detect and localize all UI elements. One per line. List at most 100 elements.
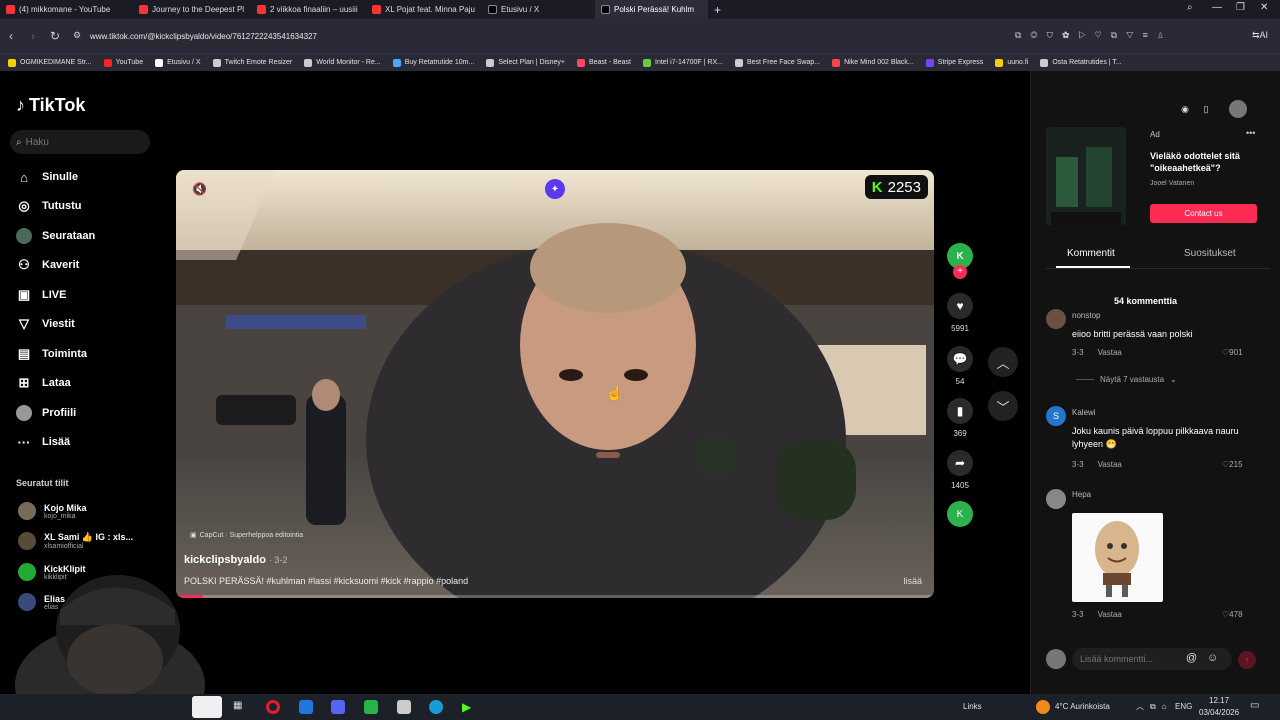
nav-item-sinulle[interactable]: ⌂ Sinulle [16, 169, 78, 185]
capcut-tag[interactable]: ▣ CapCut · Superhelppoa editointia [190, 531, 303, 540]
url-field[interactable]: www.tiktok.com/@kickclipsbyaldo/video/76… [90, 27, 1000, 45]
view-replies-button[interactable]: Näytä 7 vastausta ⌄ [1076, 375, 1177, 384]
bookmark[interactable]: Nike Mind 002 Black... [832, 58, 914, 67]
bookmark[interactable]: Stripe Express [925, 58, 983, 67]
comment-username[interactable]: Hepa [1072, 490, 1091, 499]
site-info-icon[interactable]: ⚙ [66, 30, 88, 41]
start-menu-area[interactable] [192, 696, 222, 718]
bookmark[interactable]: Osta Retatrutides | T... [1040, 58, 1122, 67]
bookmark[interactable]: YouTube [103, 58, 143, 67]
nav-item-lataa[interactable]: ⊞ Lataa [16, 375, 71, 391]
reply-button[interactable]: Vastaa [1098, 348, 1122, 357]
avatar[interactable]: S [1046, 406, 1066, 426]
app-icon[interactable] [397, 700, 411, 714]
bookmark[interactable]: Select Plan | Disney+ [486, 58, 565, 67]
links-toolbar[interactable]: Links [963, 702, 982, 711]
creator-avatar[interactable]: K + [947, 243, 973, 279]
nav-item-tutustu[interactable]: ◎ Tutustu [16, 198, 81, 214]
caption-more-link[interactable]: lisää [903, 576, 922, 586]
bookmark[interactable]: Etusivu / X [155, 58, 201, 67]
ad-title[interactable]: Vieläkö odottelet sitä "oikeaahetkeä"? [1150, 150, 1260, 174]
back-icon[interactable]: ‹ [0, 29, 22, 43]
search-box[interactable]: ⌕ Haku [10, 130, 150, 154]
save-button[interactable]: ▮ 369 [947, 398, 973, 438]
mention-icon[interactable]: @ [1186, 652, 1197, 664]
tab-comments[interactable]: Kommentit [1067, 248, 1115, 259]
forward-icon[interactable]: › [22, 29, 44, 43]
coin-icon[interactable]: ◉ [1176, 100, 1194, 118]
close-icon[interactable]: ✕ [1260, 2, 1268, 13]
browser-tab[interactable]: 2 viikkoa finaaliin – uusiii [251, 0, 366, 19]
avatar[interactable] [1229, 100, 1247, 118]
nav-item-lisaa[interactable]: ··· Lisää [16, 434, 71, 450]
video-player[interactable]: 🔇 ✦ K 2253 ▣ CapCut · Superhelppoa edito… [176, 170, 934, 598]
followed-account[interactable]: XL Sami 👍 IG : xls... xlsamiofficial [18, 532, 133, 550]
send-comment-button[interactable]: ↑ [1238, 651, 1256, 669]
nav-item-profiili[interactable]: Profiili [16, 405, 76, 421]
browser-tab[interactable]: (4) mikkomane - YouTube [0, 0, 133, 19]
mute-icon[interactable]: 🔇 [192, 182, 207, 196]
like-button[interactable]: ♥ 5991 [947, 293, 973, 333]
nav-item-viestit[interactable]: ▽ Viestit [16, 316, 75, 332]
comment-like-button[interactable]: ♡478 [1222, 610, 1243, 619]
tab-recommendations[interactable]: Suositukset [1184, 248, 1236, 259]
bookmark[interactable]: Beast - Beast [576, 58, 631, 67]
notifications-icon[interactable]: ▭ [1250, 700, 1259, 711]
reply-button[interactable]: Vastaa [1098, 610, 1122, 619]
browser-tab[interactable]: Journey to the Deepest Pl [133, 0, 251, 19]
tiktok-logo[interactable]: ♪ TikTok [16, 95, 85, 116]
bookmark[interactable]: Intel i7-14700F | RX... [643, 58, 723, 67]
task-view-icon[interactable]: ▦ [233, 700, 247, 714]
new-tab-button[interactable]: + [708, 3, 727, 17]
opera-icon[interactable] [266, 700, 280, 714]
comment-button[interactable]: 💬 54 [947, 346, 973, 386]
ad-menu-icon[interactable]: ••• [1246, 128, 1255, 138]
app-icon[interactable] [364, 700, 378, 714]
video-author[interactable]: kickclipsbyaldo · 3-2 [184, 554, 287, 566]
reload-icon[interactable]: ↻ [44, 29, 66, 43]
comment-like-button[interactable]: ♡901 [1222, 348, 1243, 357]
weather-text[interactable]: 4°C Aurinkoista [1055, 702, 1110, 711]
bookmark[interactable]: Buy Retatrutide 10m... [392, 58, 474, 67]
ad-thumbnail[interactable] [1046, 127, 1126, 225]
next-video-button[interactable]: ﹀ [988, 391, 1018, 421]
browser-tab[interactable]: XL Pojat feat. Minna Paju [366, 0, 482, 19]
comment-input[interactable] [1080, 654, 1180, 664]
sound-disc[interactable]: K [947, 501, 973, 527]
nav-item-kaverit[interactable]: ⚇ Kaverit [16, 257, 79, 273]
bookmark[interactable]: Best Free Face Swap... [734, 58, 820, 67]
clock-time[interactable]: 12.17 [1209, 696, 1229, 705]
maximize-icon[interactable]: ❐ [1236, 2, 1245, 13]
bookmark[interactable]: World Monitor - Re... [304, 58, 381, 67]
magic-icon[interactable]: ✦ [545, 179, 565, 199]
comment-like-button[interactable]: ♡215 [1222, 460, 1243, 469]
edge-icon[interactable] [429, 700, 443, 714]
emoji-icon[interactable]: ☺ [1207, 652, 1218, 664]
comment-username[interactable]: Kalewi [1072, 408, 1096, 417]
share-button[interactable]: ➦ 1405 [947, 450, 973, 490]
language-indicator[interactable]: ENG [1175, 702, 1192, 711]
device-icon[interactable]: ▯ [1197, 100, 1215, 118]
video-progress-bar[interactable] [176, 595, 934, 598]
extension-icons[interactable]: ⧉◎⛉✿▷♡⧉▽≡♙ [1015, 30, 1173, 41]
app-icon[interactable] [299, 700, 313, 714]
search-tabs-icon[interactable]: ⌕ [1187, 2, 1193, 13]
avatar[interactable] [1046, 309, 1066, 329]
ai-button[interactable]: ⇆AI [1252, 30, 1268, 41]
avatar[interactable] [1046, 489, 1066, 509]
followed-account[interactable]: Kojo Mika kojo_mika [18, 502, 87, 520]
browser-tab-active[interactable]: Polski Perässä! Kuhlm [595, 0, 708, 19]
kick-icon[interactable]: ▶ [462, 700, 476, 714]
clock-date[interactable]: 03/04/2026 [1199, 708, 1239, 717]
contact-us-button[interactable]: Contact us [1150, 204, 1257, 223]
discord-icon[interactable] [331, 700, 345, 714]
bookmark[interactable]: OGMIKEDIMANE Str... [8, 58, 92, 67]
comment-username[interactable]: nonstop [1072, 311, 1100, 320]
nav-item-live[interactable]: ▣ LIVE [16, 287, 67, 303]
previous-video-button[interactable]: ︿ [988, 347, 1018, 377]
comment-sticker-image[interactable] [1072, 513, 1163, 602]
nav-item-seurataan[interactable]: Seurataan [16, 228, 95, 244]
tray-icons[interactable]: ︿⧉⌂ [1136, 701, 1173, 712]
minimize-icon[interactable]: — [1212, 2, 1222, 13]
bookmark[interactable]: uuno.fi [995, 58, 1028, 67]
